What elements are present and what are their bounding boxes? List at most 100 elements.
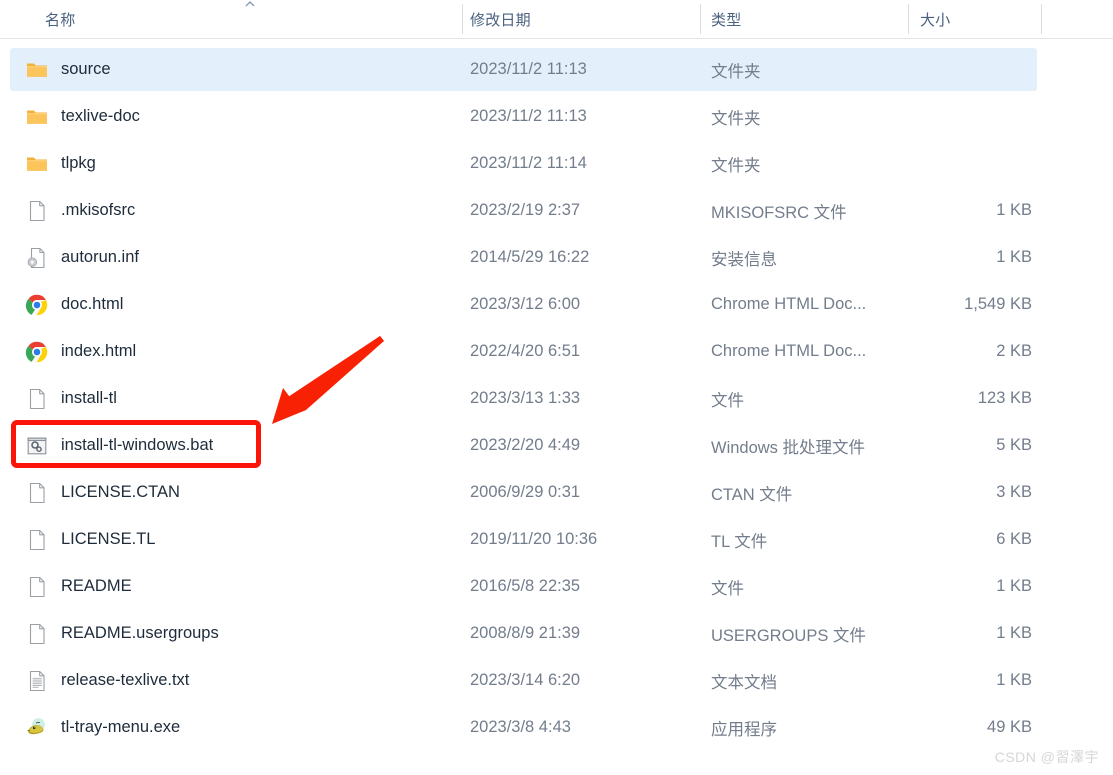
file-row[interactable]: README 2016/5/8 22:35 文件 1 KB	[0, 563, 1113, 610]
column-header-type-label: 类型	[711, 11, 742, 29]
file-name-label: autorun.inf	[61, 248, 139, 266]
file-size-cell-label: 2 KB	[996, 342, 1032, 360]
file-name-cell[interactable]: LICENSE.TL	[25, 516, 155, 563]
file-name-cell[interactable]: tlpkg	[25, 140, 96, 187]
file-size-cell-label: 1 KB	[996, 577, 1032, 595]
file-name-cell[interactable]: README	[25, 563, 132, 610]
file-row[interactable]: .mkisofsrc 2023/2/19 2:37 MKISOFSRC 文件 1 KB	[0, 187, 1113, 234]
file-size-cell: 49 KB	[908, 704, 1032, 751]
file-date-modified-cell-label: 2006/9/29 0:31	[470, 483, 581, 501]
column-header-name[interactable]: 名称	[45, 0, 75, 38]
file-size-cell: 1 KB	[908, 657, 1032, 704]
file-date-modified-cell: 2023/3/14 6:20	[470, 657, 580, 704]
file-name-cell[interactable]: LICENSE.CTAN	[25, 469, 180, 516]
column-header-date-modified[interactable]: 修改日期	[470, 0, 531, 38]
file-type-cell: MKISOFSRC 文件	[711, 187, 847, 234]
file-name-label: install-tl	[61, 389, 117, 407]
file-size-cell	[908, 140, 1032, 187]
file-type-cell: Chrome HTML Doc...	[711, 328, 866, 375]
file-name-cell[interactable]: doc.html	[25, 281, 123, 328]
file-row[interactable]: release-texlive.txt 2023/3/14 6:20 文本文档 1 K…	[0, 657, 1113, 704]
file-size-cell: 1,549 KB	[908, 281, 1032, 328]
column-header-size[interactable]: 大小	[920, 0, 950, 38]
chrome-icon	[25, 340, 49, 364]
file-row[interactable]: doc.html 2023/3/12 6:00 Chrome HTML Doc...…	[0, 281, 1113, 328]
file-name-cell[interactable]: texlive-doc	[25, 93, 140, 140]
file-type-cell: Chrome HTML Doc...	[711, 281, 866, 328]
file-date-modified-cell: 2022/4/20 6:51	[470, 328, 580, 375]
column-divider-2[interactable]	[700, 4, 701, 34]
file-date-modified-cell-label: 2023/2/19 2:37	[470, 201, 581, 219]
file-name-cell[interactable]: release-texlive.txt	[25, 657, 189, 704]
file-row[interactable]: tl-tray-menu.exe 2023/3/8 4:43 应用程序 49 KB	[0, 704, 1113, 751]
folder-icon	[25, 152, 49, 176]
file-date-modified-cell: 2023/11/2 11:13	[470, 93, 587, 140]
file-row[interactable]: source 2023/11/2 11:13 文件夹	[0, 46, 1113, 93]
folder-icon	[25, 58, 49, 82]
file-type-cell: 文件	[711, 563, 744, 610]
file-date-modified-cell-label: 2023/2/20 4:49	[470, 436, 581, 454]
file-type-cell-label: 文本文档	[711, 673, 777, 692]
file-type-cell: CTAN 文件	[711, 469, 792, 516]
file-size-cell-label: 49 KB	[987, 718, 1032, 736]
file-date-modified-cell: 2023/2/19 2:37	[470, 187, 580, 234]
file-type-cell-label: 文件	[711, 391, 744, 410]
file-row[interactable]: tlpkg 2023/11/2 11:14 文件夹	[0, 140, 1113, 187]
blank-file-icon	[25, 481, 49, 505]
file-name-cell[interactable]: source	[25, 46, 111, 93]
file-row[interactable]: install-tl 2023/3/13 1:33 文件 123 KB	[0, 375, 1113, 422]
file-type-cell: USERGROUPS 文件	[711, 610, 866, 657]
file-row[interactable]: README.usergroups 2008/8/9 21:39 USERGROUP…	[0, 610, 1113, 657]
file-type-cell-label: 文件	[711, 579, 744, 598]
chrome-icon	[25, 293, 49, 317]
file-type-cell-label: 文件夹	[711, 62, 761, 81]
file-type-cell: 安装信息	[711, 234, 777, 281]
setup-info-icon	[25, 246, 49, 270]
file-name-cell[interactable]: install-tl-windows.bat	[25, 422, 213, 469]
file-size-cell	[908, 46, 1032, 93]
file-date-modified-cell-label: 2023/11/2 11:14	[470, 154, 587, 172]
csdn-watermark: CSDN @習澤宇	[994, 749, 1099, 765]
file-row[interactable]: texlive-doc 2023/11/2 11:13 文件夹	[0, 93, 1113, 140]
column-divider-3[interactable]	[908, 4, 909, 34]
column-divider-4[interactable]	[1041, 4, 1042, 34]
file-name-cell[interactable]: tl-tray-menu.exe	[25, 704, 180, 751]
file-size-cell-label: 5 KB	[996, 436, 1032, 454]
file-name-cell[interactable]: install-tl	[25, 375, 117, 422]
file-date-modified-cell-label: 2023/3/13 1:33	[470, 389, 581, 407]
file-date-modified-cell: 2023/3/13 1:33	[470, 375, 580, 422]
file-row[interactable]: LICENSE.TL 2019/11/20 10:36 TL 文件 6 KB	[0, 516, 1113, 563]
column-divider-1[interactable]	[462, 4, 463, 34]
file-name-cell[interactable]: index.html	[25, 328, 136, 375]
column-header-type[interactable]: 类型	[711, 0, 741, 38]
file-size-cell-label: 1,549 KB	[964, 295, 1032, 313]
sort-ascending-indicator-icon	[243, 0, 257, 9]
file-date-modified-cell-label: 2019/11/20 10:36	[470, 530, 598, 548]
file-type-cell: 应用程序	[711, 704, 777, 751]
file-row[interactable]: index.html 2022/4/20 6:51 Chrome HTML Doc.…	[0, 328, 1113, 375]
file-row[interactable]: LICENSE.CTAN 2006/9/29 0:31 CTAN 文件 3 KB	[0, 469, 1113, 516]
file-size-cell: 123 KB	[908, 375, 1032, 422]
file-size-cell: 6 KB	[908, 516, 1032, 563]
file-type-cell: 文件夹	[711, 93, 761, 140]
file-row[interactable]: install-tl-windows.bat 2023/2/20 4:49 Wind…	[0, 422, 1113, 469]
file-size-cell	[908, 93, 1032, 140]
file-name-cell[interactable]: .mkisofsrc	[25, 187, 135, 234]
file-name-label: README	[61, 577, 132, 595]
file-name-label: LICENSE.TL	[61, 530, 156, 548]
file-name-cell[interactable]: autorun.inf	[25, 234, 139, 281]
file-size-cell: 2 KB	[908, 328, 1032, 375]
blank-file-icon	[25, 575, 49, 599]
file-name-label: texlive-doc	[61, 107, 140, 125]
batch-file-icon	[25, 434, 49, 458]
file-row[interactable]: autorun.inf 2014/5/29 16:22 安装信息 1 KB	[0, 234, 1113, 281]
file-type-cell-label: 安装信息	[711, 250, 777, 269]
file-name-cell[interactable]: README.usergroups	[25, 610, 219, 657]
file-date-modified-cell: 2008/8/9 21:39	[470, 610, 580, 657]
file-date-modified-cell: 2014/5/29 16:22	[470, 234, 589, 281]
file-size-cell: 5 KB	[908, 422, 1032, 469]
column-header-name-label: 名称	[45, 11, 76, 29]
file-date-modified-cell-label: 2008/8/9 21:39	[470, 624, 581, 642]
file-name-label: README.usergroups	[61, 624, 219, 642]
file-date-modified-cell: 2006/9/29 0:31	[470, 469, 580, 516]
